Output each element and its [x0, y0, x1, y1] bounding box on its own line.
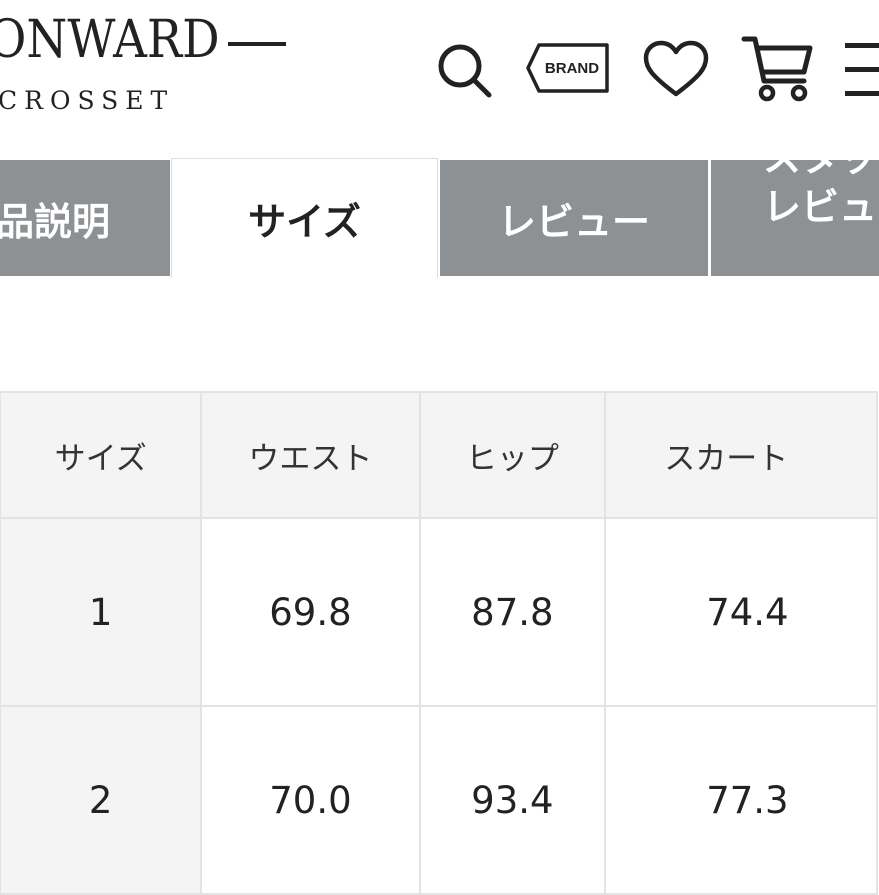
tab-size[interactable]: サイズ [171, 158, 438, 278]
tab-review[interactable]: レビュー [440, 160, 708, 276]
heart-icon[interactable] [642, 40, 710, 98]
tab-review-label: レビュー [497, 199, 650, 244]
site-header: ONWARD CROSSET BRAND [0, 0, 879, 158]
header-skirt-length: スカート [604, 391, 878, 519]
table-row: 2 70.0 93.4 77.3 [0, 705, 878, 895]
cart-icon[interactable] [740, 34, 816, 104]
cell-hip: 93.4 [418, 705, 607, 895]
tab-staff-review[interactable]: スタッ レビュ [711, 160, 879, 276]
brand-button-label: BRAND [544, 59, 600, 77]
tab-description-label: 品説明 [0, 199, 111, 244]
brand-tag-icon[interactable]: BRAND [525, 42, 611, 94]
table-header-row: サイズ ウエスト ヒップ スカート [0, 391, 878, 519]
cell-waist: 70.0 [200, 705, 421, 895]
tab-staff-review-line1: スタッ [763, 160, 877, 183]
header-hip: ヒップ [418, 391, 607, 519]
search-icon[interactable] [434, 40, 494, 100]
header-size: サイズ [0, 391, 203, 519]
cell-size: 1 [0, 517, 203, 707]
logo-subtitle[interactable]: CROSSET [0, 88, 174, 113]
cell-skirt-length: 74.4 [604, 517, 878, 707]
table-row: 1 69.8 87.8 74.4 [0, 517, 878, 707]
cell-hip: 87.8 [418, 517, 607, 707]
cell-size: 2 [0, 705, 203, 895]
logo-wordmark[interactable]: ONWARD [0, 14, 220, 66]
cell-skirt-length: 77.3 [604, 705, 878, 895]
tab-size-label: サイズ [248, 200, 361, 244]
size-table: サイズ ウエスト ヒップ スカート 1 69.8 87.8 74.4 2 70.… [0, 391, 878, 895]
logo-line-decoration [228, 42, 286, 46]
cell-waist: 69.8 [200, 517, 421, 707]
tab-description[interactable]: 品説明 [0, 160, 170, 276]
menu-icon[interactable] [845, 40, 879, 100]
tab-staff-review-line2: レビュ [763, 185, 878, 230]
header-waist: ウエスト [200, 391, 421, 519]
product-tabs: 品説明 サイズ レビュー スタッ レビュ [0, 158, 879, 278]
